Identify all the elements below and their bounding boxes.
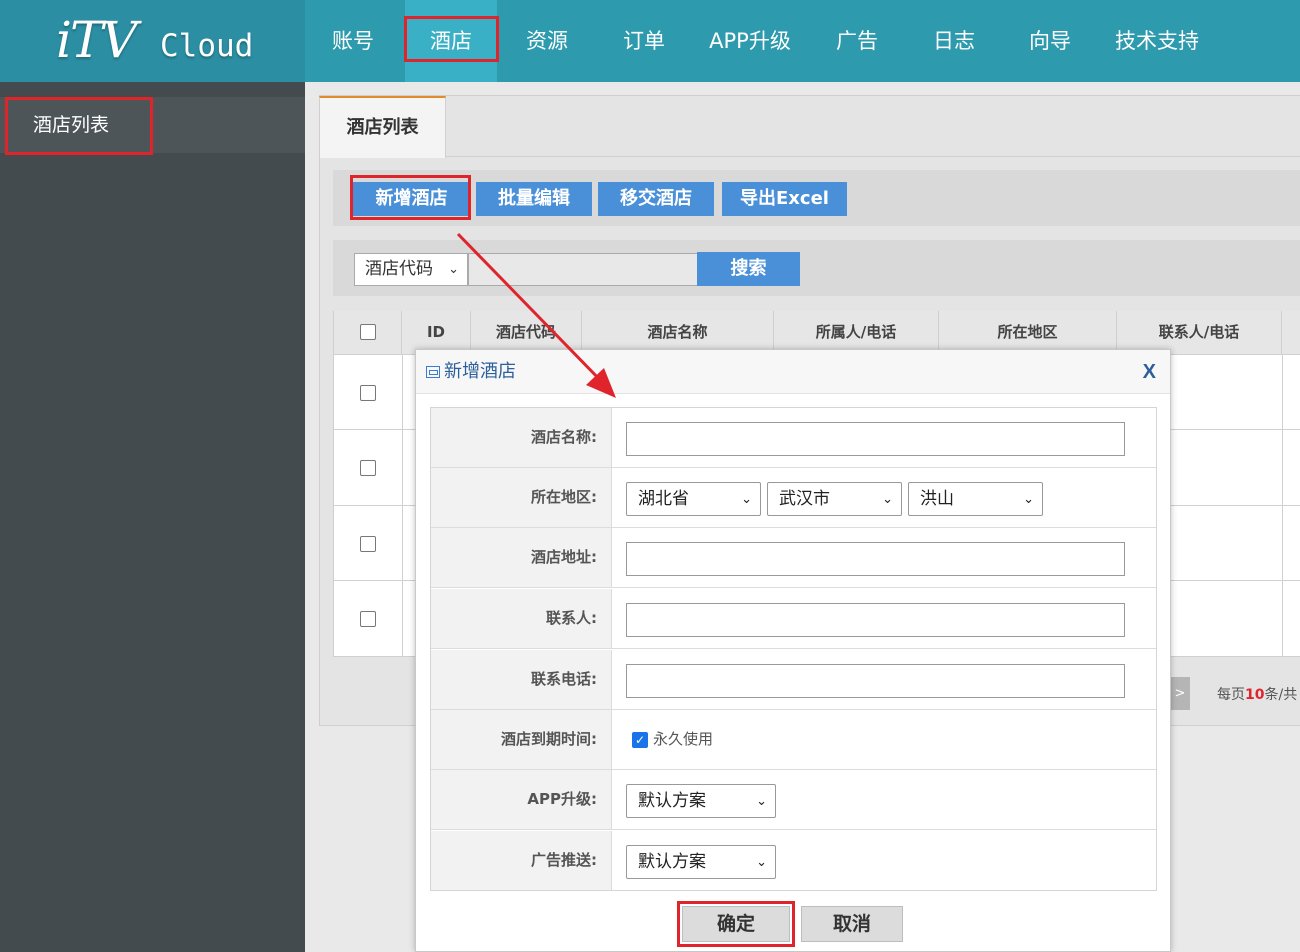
th-hotel-name: 酒店名称	[582, 311, 774, 354]
province-select[interactable]: 湖北省 ⌄	[626, 482, 761, 516]
th-hotel-code: 酒店代码	[471, 311, 582, 354]
chevron-down-icon: ⌄	[756, 855, 767, 870]
permanent-checkbox[interactable]: ✓	[632, 732, 648, 748]
search-field-value: 酒店代码	[365, 259, 433, 279]
logo-brand: iTV	[56, 11, 137, 69]
chevron-down-icon: ⌄	[756, 794, 767, 809]
search-button[interactable]: 搜索	[697, 252, 800, 286]
next-page-button[interactable]: >	[1170, 677, 1190, 710]
transfer-hotel-button[interactable]: 移交酒店	[598, 182, 714, 216]
nav-hotel[interactable]: 酒店	[405, 0, 497, 82]
select-all-checkbox[interactable]	[360, 324, 376, 340]
ad-push-value: 默认方案	[638, 852, 706, 872]
form-row-contact: 联系人:	[431, 589, 1156, 649]
label-app-upgrade: APP升级:	[431, 770, 612, 829]
form-row-phone: 联系电话:	[431, 650, 1156, 710]
row-checkbox[interactable]	[360, 385, 376, 401]
export-excel-button[interactable]: 导出Excel	[722, 182, 847, 216]
app-upgrade-value: 默认方案	[638, 791, 706, 811]
nav-orders[interactable]: 订单	[607, 0, 681, 82]
chevron-down-icon: ⌄	[448, 262, 459, 277]
label-contact: 联系人:	[431, 589, 612, 648]
form-row-name: 酒店名称:	[431, 408, 1156, 468]
label-phone: 联系电话:	[431, 650, 612, 709]
district-value: 洪山	[920, 489, 954, 509]
pagination-info: 每页10条/共	[1217, 687, 1298, 703]
form-row-address: 酒店地址:	[431, 528, 1156, 588]
th-region: 所在地区	[939, 311, 1117, 354]
province-value: 湖北省	[638, 489, 689, 509]
form-row-ad-push: 广告推送: 默认方案 ⌄	[431, 831, 1156, 891]
tab-hotel-list[interactable]: 酒店列表	[319, 96, 446, 158]
city-select[interactable]: 武汉市 ⌄	[767, 482, 902, 516]
sidebar-item-hotel-list[interactable]: 酒店列表	[0, 97, 305, 153]
dialog-header: 新增酒店 X	[416, 350, 1170, 394]
form-row-region: 所在地区: 湖北省 ⌄ 武汉市 ⌄ 洪山 ⌄	[431, 468, 1156, 528]
col-divider	[1282, 354, 1283, 656]
label-address: 酒店地址:	[431, 528, 612, 587]
th-id: ID	[402, 311, 471, 354]
tab-divider	[446, 156, 1300, 157]
col-divider	[402, 354, 403, 656]
th-contact-phone: 联系人/电话	[1117, 311, 1282, 354]
sidebar: 酒店列表	[0, 82, 305, 952]
hotel-form: 酒店名称: 所在地区: 湖北省 ⌄ 武汉市 ⌄ 洪山 ⌄ 酒店地址: 联系人: …	[430, 407, 1157, 891]
nav-app-upgrade[interactable]: APP升级	[700, 0, 800, 82]
logo: iTV Cloud	[0, 0, 305, 82]
hotel-name-input[interactable]	[626, 422, 1125, 456]
row-checkbox[interactable]	[360, 536, 376, 552]
form-row-expiry: 酒店到期时间: ✓ 永久使用	[431, 710, 1156, 770]
row-checkbox[interactable]	[360, 460, 376, 476]
chevron-down-icon: ⌄	[741, 492, 752, 507]
chevron-down-icon: ⌄	[1023, 492, 1034, 507]
nav-guide[interactable]: 向导	[1013, 0, 1087, 82]
close-button[interactable]: X	[1143, 350, 1156, 394]
permanent-label: 永久使用	[653, 730, 714, 748]
row-checkbox[interactable]	[360, 611, 376, 627]
th-more	[1282, 311, 1300, 354]
th-owner-phone: 所属人/电话	[774, 311, 939, 354]
label-hotel-name: 酒店名称:	[431, 408, 612, 467]
cancel-button[interactable]: 取消	[801, 906, 903, 942]
nav-ads[interactable]: 广告	[820, 0, 894, 82]
dialog-title: 新增酒店	[444, 361, 516, 382]
label-ad-push: 广告推送:	[431, 831, 612, 890]
label-expiry: 酒店到期时间:	[431, 710, 612, 769]
search-field-select[interactable]: 酒店代码 ⌄	[354, 253, 468, 286]
batch-edit-button[interactable]: 批量编辑	[476, 182, 592, 216]
label-region: 所在地区:	[431, 468, 612, 527]
top-navbar: iTV Cloud 账号 酒店 资源 订单 APP升级 广告 日志 向导 技术支…	[0, 0, 1300, 82]
contact-input[interactable]	[626, 603, 1125, 637]
logo-product: Cloud	[160, 28, 254, 64]
ad-push-select[interactable]: 默认方案 ⌄	[626, 845, 776, 879]
app-upgrade-select[interactable]: 默认方案 ⌄	[626, 784, 776, 818]
district-select[interactable]: 洪山 ⌄	[908, 482, 1043, 516]
confirm-button[interactable]: 确定	[682, 906, 790, 942]
chevron-down-icon: ⌄	[882, 492, 893, 507]
phone-input[interactable]	[626, 664, 1125, 698]
window-icon	[426, 366, 440, 378]
nav-tech-support[interactable]: 技术支持	[1105, 0, 1209, 82]
add-hotel-button[interactable]: 新增酒店	[353, 182, 470, 216]
nav-account[interactable]: 账号	[317, 0, 389, 82]
city-value: 武汉市	[779, 489, 830, 509]
address-input[interactable]	[626, 542, 1125, 576]
form-row-app-upgrade: APP升级: 默认方案 ⌄	[431, 770, 1156, 830]
search-input[interactable]	[468, 253, 698, 286]
nav-logs[interactable]: 日志	[917, 0, 991, 82]
nav-resources[interactable]: 资源	[510, 0, 584, 82]
